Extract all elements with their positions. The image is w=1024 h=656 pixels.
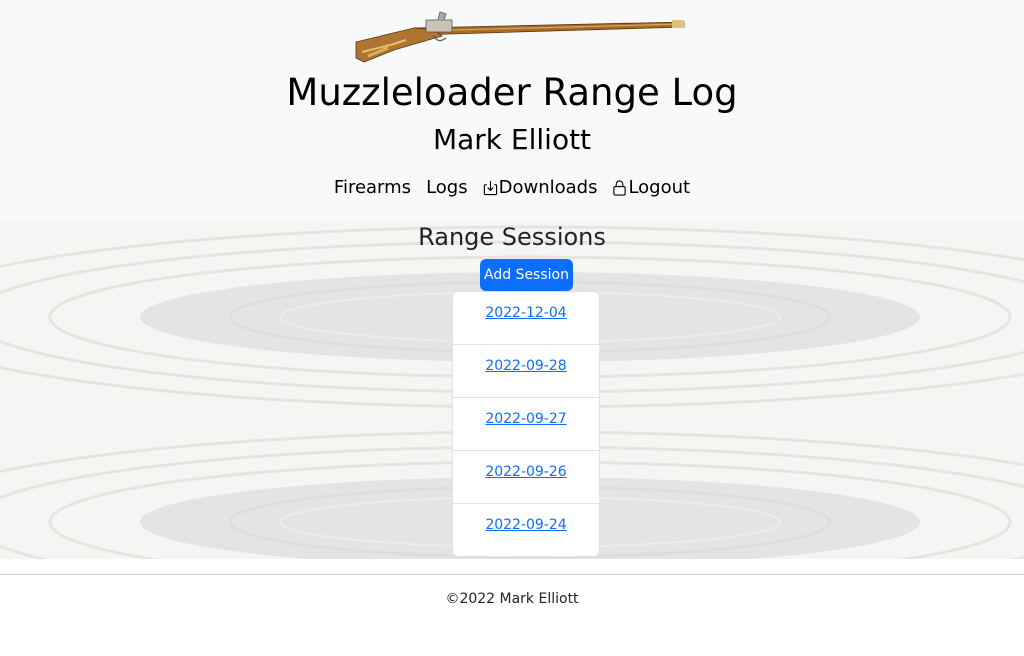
list-item: 2022-12-04 [453,292,599,345]
range-sessions-heading: Range Sessions [418,223,606,251]
main-nav: Firearms Logs Downloads Logout [0,174,1024,200]
site-title: Muzzleloader Range Log [286,71,738,114]
user-name: Mark Elliott [432,123,592,156]
list-item: 2022-09-24 [453,504,599,556]
session-link[interactable]: 2022-09-27 [485,411,566,427]
nav-firearms-label: Firearms [333,176,412,198]
footer-copyright: ©2022 Mark Elliott [445,591,579,607]
footer-divider [0,574,1024,575]
list-item: 2022-09-27 [453,398,599,451]
list-item: 2022-09-28 [453,345,599,398]
nav-logout[interactable]: Logout [612,177,690,198]
nav-logs[interactable]: Logs [426,177,468,198]
download-icon [483,180,497,195]
nav-firearms[interactable]: Firearms [334,177,411,198]
add-session-button[interactable]: Add Session [480,259,573,291]
session-link[interactable]: 2022-09-28 [485,358,566,374]
site-header: Muzzleloader Range Log Mark Elliott Fire… [0,0,1024,222]
nav-downloads-label: Downloads [498,176,598,198]
session-link[interactable]: 2022-12-04 [485,305,566,321]
nav-logout-label: Logout [628,176,691,198]
lock-icon [613,179,627,196]
nav-downloads[interactable]: Downloads [483,176,598,198]
session-link[interactable]: 2022-09-24 [485,517,566,533]
nav-logs-label: Logs [426,176,468,198]
session-link[interactable]: 2022-09-26 [485,464,566,480]
session-list: 2022-12-04 2022-09-28 2022-09-27 2022-09-26… [452,291,600,557]
list-item: 2022-09-26 [453,451,599,504]
muzzleloader-rifle-logo [355,11,685,63]
